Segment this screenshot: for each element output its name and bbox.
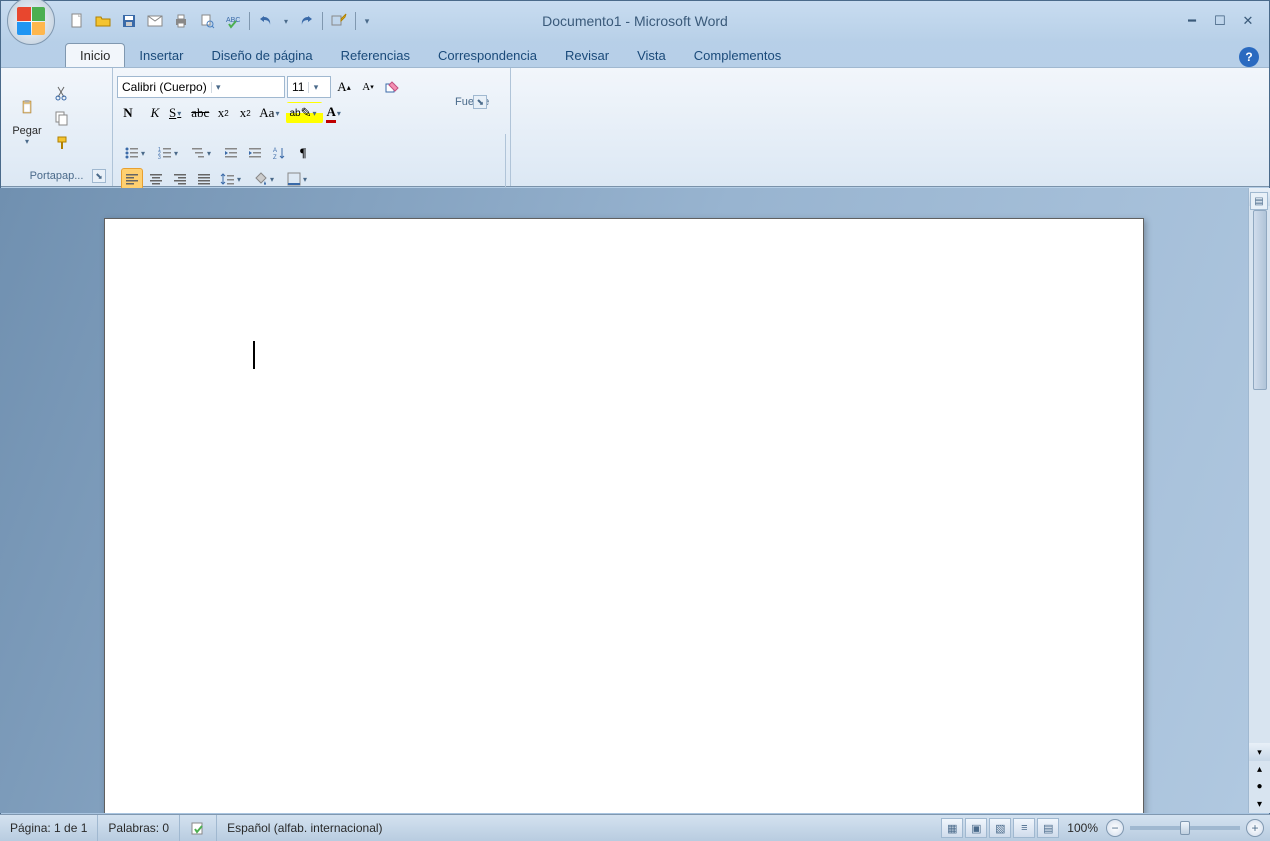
close-button[interactable]: ✕ xyxy=(1237,12,1259,30)
print-preview-icon[interactable] xyxy=(195,9,219,33)
change-case-button[interactable]: Aa▾ xyxy=(256,102,286,124)
title-bar: ABC ▾ ▾ Documento1 - Microsoft Word ━ ☐ … xyxy=(1,1,1269,41)
superscript-button[interactable]: x2 xyxy=(234,102,256,124)
outline-view-icon[interactable]: ≡ xyxy=(1013,818,1035,838)
line-spacing-button[interactable]: ▾ xyxy=(217,168,248,190)
paste-button[interactable]: Pegar ▾ xyxy=(5,87,49,150)
justify-button[interactable] xyxy=(193,168,215,190)
tab-insertar[interactable]: Insertar xyxy=(125,44,197,67)
borders-button[interactable]: ▾ xyxy=(283,168,314,190)
paste-label: Pegar xyxy=(12,125,41,137)
full-screen-view-icon[interactable]: ▣ xyxy=(965,818,987,838)
underline-button[interactable]: S▾ xyxy=(166,102,188,124)
zoom-in-button[interactable]: + xyxy=(1246,819,1264,837)
cut-icon[interactable] xyxy=(51,82,73,104)
multilevel-list-button[interactable]: ▾ xyxy=(187,142,218,164)
redo-icon[interactable] xyxy=(294,9,318,33)
format-painter-icon[interactable] xyxy=(51,132,73,154)
page[interactable] xyxy=(104,218,1144,813)
next-page-icon[interactable]: ▾ xyxy=(1249,796,1270,813)
zoom-slider[interactable] xyxy=(1130,826,1240,830)
copy-icon[interactable] xyxy=(51,107,73,129)
browse-controls: ▴ ● ▾ xyxy=(1248,761,1270,813)
prev-page-icon[interactable]: ▴ xyxy=(1249,761,1270,778)
web-layout-view-icon[interactable]: ▧ xyxy=(989,818,1011,838)
shrink-font-icon[interactable]: A▾ xyxy=(357,76,379,98)
quick-access-toolbar: ABC ▾ ▾ xyxy=(65,9,374,33)
office-button[interactable] xyxy=(7,0,55,45)
italic-button[interactable]: K xyxy=(144,102,166,124)
tab-inicio[interactable]: Inicio xyxy=(65,43,125,67)
clipboard-icon xyxy=(11,91,43,123)
align-right-button[interactable] xyxy=(169,168,191,190)
email-icon[interactable] xyxy=(143,9,167,33)
tab-diseno[interactable]: Diseño de página xyxy=(197,44,326,67)
align-left-button[interactable] xyxy=(121,168,143,190)
status-bar: Página: 1 de 1 Palabras: 0 Español (alfa… xyxy=(0,814,1270,841)
word-count-status[interactable]: Palabras: 0 xyxy=(98,815,180,841)
tab-correspondencia[interactable]: Correspondencia xyxy=(424,44,551,67)
svg-text:3: 3 xyxy=(158,155,161,161)
highlight-button[interactable]: ab✎▾ xyxy=(286,102,323,124)
bullets-button[interactable]: ▾ xyxy=(121,142,152,164)
zoom-out-button[interactable]: − xyxy=(1106,819,1124,837)
show-marks-button[interactable]: ¶ xyxy=(292,142,314,164)
draft-view-icon[interactable]: ▤ xyxy=(1037,818,1059,838)
language-status[interactable]: Español (alfab. internacional) xyxy=(217,815,392,841)
maximize-button[interactable]: ☐ xyxy=(1209,12,1231,30)
page-number-status[interactable]: Página: 1 de 1 xyxy=(0,815,98,841)
vertical-scrollbar[interactable]: ▴ ▾ xyxy=(1248,188,1270,761)
sort-button[interactable]: AZ xyxy=(268,142,290,164)
tab-revisar[interactable]: Revisar xyxy=(551,44,623,67)
save-icon[interactable] xyxy=(117,9,141,33)
font-color-button[interactable]: A▾ xyxy=(323,102,347,124)
shading-button[interactable]: ▾ xyxy=(250,168,281,190)
zoom-level[interactable]: 100% xyxy=(1067,821,1098,835)
ribbon: Pegar ▾ Portapap... ⬊ Calibri (Cuerpo)▾ 1… xyxy=(1,67,1269,187)
proofing-status[interactable] xyxy=(180,815,217,841)
customize-qat-icon[interactable]: ▾ xyxy=(360,9,374,33)
scroll-thumb[interactable] xyxy=(1253,210,1267,390)
help-icon[interactable]: ? xyxy=(1239,47,1259,67)
grow-font-icon[interactable]: A▴ xyxy=(333,76,355,98)
svg-text:A: A xyxy=(273,148,277,154)
increase-indent-button[interactable] xyxy=(244,142,266,164)
ribbon-tabs: Inicio Insertar Diseño de página Referen… xyxy=(1,41,1269,67)
tab-complementos[interactable]: Complementos xyxy=(680,44,795,67)
open-icon[interactable] xyxy=(91,9,115,33)
bold-button[interactable]: N xyxy=(117,102,139,124)
quick-print-icon[interactable] xyxy=(169,9,193,33)
decrease-indent-button[interactable] xyxy=(220,142,242,164)
subscript-button[interactable]: x2 xyxy=(212,102,234,124)
tab-vista[interactable]: Vista xyxy=(623,44,680,67)
font-name-combo[interactable]: Calibri (Cuerpo)▾ xyxy=(117,76,285,98)
tab-referencias[interactable]: Referencias xyxy=(327,44,424,67)
select-browse-object-icon[interactable]: ● xyxy=(1249,778,1270,795)
undo-icon[interactable] xyxy=(254,9,278,33)
new-doc-icon[interactable] xyxy=(65,9,89,33)
draw-table-icon[interactable] xyxy=(327,9,351,33)
align-center-button[interactable] xyxy=(145,168,167,190)
font-launcher[interactable]: ⬊ xyxy=(473,95,487,109)
font-size-combo[interactable]: 11▾ xyxy=(287,76,331,98)
ruler-toggle-icon[interactable]: ▤ xyxy=(1250,192,1268,210)
minimize-button[interactable]: ━ xyxy=(1181,12,1203,30)
print-layout-view-icon[interactable]: ▦ xyxy=(941,818,963,838)
text-cursor xyxy=(253,341,255,369)
numbering-button[interactable]: 123▾ xyxy=(154,142,185,164)
svg-text:Z: Z xyxy=(273,155,277,161)
strikethrough-button[interactable]: abc xyxy=(188,102,212,124)
clipboard-group-label: Portapap... xyxy=(30,170,84,182)
document-area[interactable] xyxy=(0,188,1248,813)
spelling-icon[interactable]: ABC xyxy=(221,9,245,33)
undo-dropdown[interactable]: ▾ xyxy=(280,9,292,33)
scroll-down-icon[interactable]: ▾ xyxy=(1249,743,1270,761)
clear-formatting-icon[interactable] xyxy=(381,76,403,98)
clipboard-launcher[interactable]: ⬊ xyxy=(92,169,106,183)
